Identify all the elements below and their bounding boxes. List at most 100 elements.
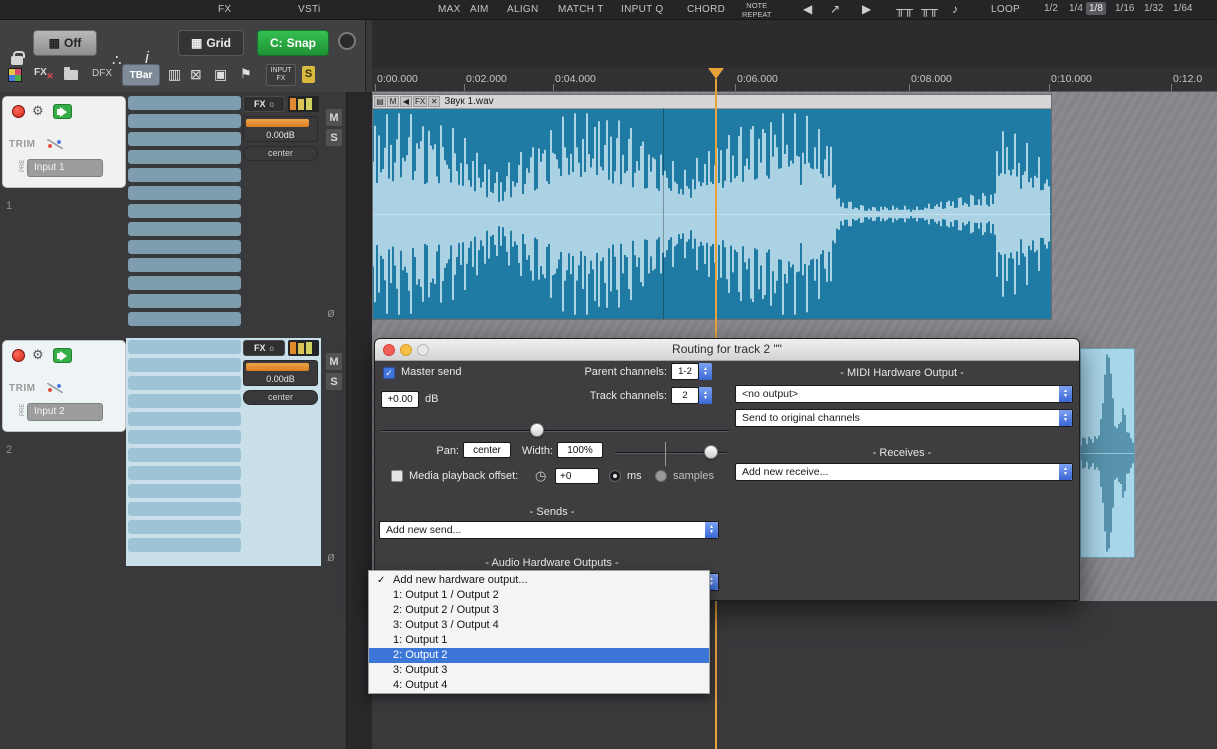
track1-pan[interactable]: center xyxy=(243,146,318,161)
monitor-speaker-icon[interactable] xyxy=(53,348,72,363)
trim-envelope-icon[interactable] xyxy=(47,383,63,393)
menubar-item-align[interactable]: ALIGN xyxy=(507,4,539,15)
pan-value-input[interactable]: center xyxy=(463,442,511,458)
track1-control-panel[interactable]: ⚙ TRIM PRE Input 1 xyxy=(2,96,126,188)
trim-label[interactable]: TRIM xyxy=(9,383,35,394)
input-fx-button[interactable]: INPUTFX xyxy=(266,64,296,86)
envelope-off-icon[interactable]: ⊠ xyxy=(190,66,202,83)
media-item-clip-track2[interactable] xyxy=(1080,348,1135,558)
record-arm-icon[interactable] xyxy=(12,105,25,118)
track2-fx-button[interactable]: FXo xyxy=(243,340,285,356)
piano-roll-icon[interactable]: ▥ xyxy=(168,66,181,83)
stepper-down-icon[interactable]: ▼ xyxy=(1063,418,1068,423)
division-1-16[interactable]: 1/16 xyxy=(1112,2,1137,15)
width-value-input[interactable]: 100% xyxy=(557,442,603,458)
grid-off-button[interactable]: ▦ Off xyxy=(33,30,97,56)
media-item-clip[interactable]: ▤M◀FX✕Звук 1.wav xyxy=(372,94,1052,320)
menubar-item-chord[interactable]: CHORD xyxy=(687,4,725,15)
clip-waveform-area[interactable] xyxy=(373,109,1051,319)
tbar-button[interactable]: TBar xyxy=(122,64,160,86)
input-selector[interactable]: Input 2 xyxy=(27,403,103,421)
hand-scroll-icon[interactable]: ↗ xyxy=(830,2,840,16)
media-offset-checkbox[interactable] xyxy=(391,470,403,482)
stepper-down-icon[interactable]: ▼ xyxy=(1063,394,1068,399)
metronome-icon[interactable]: ⚑ xyxy=(240,66,252,82)
menu-item[interactable]: 3: Output 3 xyxy=(369,663,709,678)
minimize-icon[interactable] xyxy=(400,344,412,356)
track1-mute-button[interactable]: M xyxy=(325,108,343,127)
record-arm-icon[interactable] xyxy=(12,349,25,362)
add-send-stepper[interactable]: ▲▼ xyxy=(705,522,718,538)
timeline-ruler[interactable]: 0:00.0000:02.0000:04.0000:06.0000:08.000… xyxy=(372,68,1217,92)
global-override-icon[interactable] xyxy=(338,32,356,50)
clip-header[interactable]: ▤M◀FX✕Звук 1.wav xyxy=(373,95,1051,109)
stepper-down-icon[interactable]: ▼ xyxy=(703,372,708,377)
monitor-speaker-icon[interactable] xyxy=(53,104,72,119)
close-icon[interactable] xyxy=(383,344,395,356)
menu-item[interactable]: 4: Output 4 xyxy=(369,678,709,693)
color-palette-icon[interactable] xyxy=(8,68,22,82)
trim-envelope-icon[interactable] xyxy=(47,139,63,149)
menubar-item-loop[interactable]: LOOP xyxy=(991,4,1020,15)
midi-channel-stepper[interactable]: ▲▼ xyxy=(1059,410,1072,426)
step-forward-icon[interactable]: ▶ xyxy=(862,2,871,16)
clip-button-icon[interactable]: ✕ xyxy=(428,96,440,107)
marker-pair2-icon[interactable]: ╥╥ xyxy=(921,2,938,16)
clip-button-icon[interactable]: FX xyxy=(413,96,427,107)
menu-item[interactable]: 3: Output 3 / Output 4 xyxy=(369,618,709,633)
menubar-item-input-q[interactable]: INPUT Q xyxy=(621,4,663,15)
clip-button-icon[interactable]: ▤ xyxy=(374,96,386,107)
add-receive-dropdown[interactable]: Add new receive... ▲▼ xyxy=(735,463,1073,481)
marker-pair-icon[interactable]: ╥╥ xyxy=(896,2,913,16)
volume-slider-knob[interactable] xyxy=(530,423,544,437)
ms-radio[interactable] xyxy=(609,470,621,482)
stepper-down-icon[interactable]: ▼ xyxy=(1063,472,1068,477)
menubar-item-match-t[interactable]: MATCH T xyxy=(558,4,604,15)
menubar-item-aim[interactable]: AIM xyxy=(470,4,489,15)
samples-radio[interactable] xyxy=(655,470,667,482)
note-icon[interactable]: ♪ xyxy=(952,2,958,16)
clip-button-icon[interactable]: M xyxy=(387,96,399,107)
routing-dots-icon[interactable]: ∴ xyxy=(112,51,122,69)
gear-icon[interactable]: ⚙ xyxy=(32,103,44,119)
folder-icon[interactable] xyxy=(64,70,78,80)
track1-phase-button[interactable]: ø xyxy=(327,305,335,320)
midi-output-stepper[interactable]: ▲▼ xyxy=(1059,386,1072,402)
track2-mute-button[interactable]: M xyxy=(325,352,343,371)
division-1-4[interactable]: 1/4 xyxy=(1066,2,1086,15)
midi-output-dropdown[interactable]: <no output> ▲▼ xyxy=(735,385,1073,403)
division-1-8[interactable]: 1/8 xyxy=(1086,2,1106,15)
division-1-32[interactable]: 1/32 xyxy=(1141,2,1166,15)
menu-item[interactable]: 2: Output 2 / Output 3 xyxy=(369,603,709,618)
stepper-down-icon[interactable]: ▼ xyxy=(709,530,714,535)
menubar-item-note-repeat[interactable]: NOTEREPEAT xyxy=(742,1,771,19)
track2-pan[interactable]: center xyxy=(243,390,318,405)
track2-control-panel[interactable]: ⚙ TRIM PRE Input 2 xyxy=(2,340,126,432)
lock-icon[interactable] xyxy=(11,56,23,65)
track1-solo-button[interactable]: S xyxy=(325,128,343,147)
grid-toggle-button[interactable]: ▦ Grid xyxy=(178,30,244,56)
parent-channels-stepper[interactable]: ▲▼ xyxy=(699,363,712,380)
pan-slider-knob[interactable] xyxy=(704,445,718,459)
division-1-2[interactable]: 1/2 xyxy=(1041,2,1061,15)
zoom-icon[interactable] xyxy=(417,344,429,356)
master-send-checkbox[interactable]: ✓ xyxy=(383,367,395,379)
add-send-dropdown[interactable]: Add new send... ▲▼ xyxy=(379,521,719,539)
menubar-item-vsti[interactable]: VSTi xyxy=(298,4,321,15)
add-receive-stepper[interactable]: ▲▼ xyxy=(1059,464,1072,480)
volume-slider[interactable] xyxy=(381,430,729,432)
input-selector[interactable]: Input 1 xyxy=(27,159,103,177)
snap-toggle-button[interactable]: C: Snap xyxy=(257,30,329,56)
clip-button-icon[interactable]: ◀ xyxy=(400,96,412,107)
dialog-titlebar[interactable]: Routing for track 2 "" xyxy=(375,339,1079,361)
fx-bypass-icon[interactable]: FX✕ xyxy=(34,67,47,78)
track-channels-stepper[interactable]: ▲▼ xyxy=(699,387,712,404)
dfx-label[interactable]: DFX xyxy=(92,68,112,79)
stepper-down-icon[interactable]: ▼ xyxy=(703,396,708,401)
playhead-marker[interactable] xyxy=(708,68,724,79)
track1-volume-fader[interactable]: 0.00dB xyxy=(243,116,318,142)
menu-item[interactable]: 1: Output 1 xyxy=(369,633,709,648)
menubar-item-max[interactable]: MAX xyxy=(438,4,461,15)
volume-value-input[interactable]: +0.00 xyxy=(381,391,419,408)
track2-phase-button[interactable]: ø xyxy=(327,549,335,564)
